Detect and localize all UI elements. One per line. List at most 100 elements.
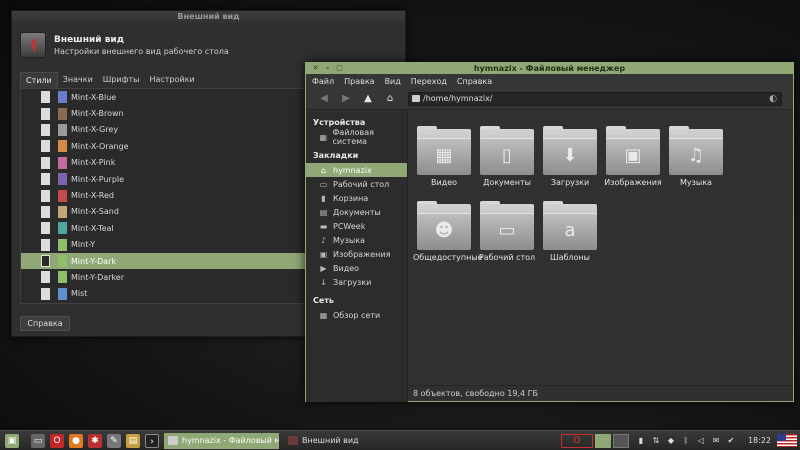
firefox-icon[interactable]: ● — [69, 433, 83, 448]
folder-item[interactable]: ▭ Рабочий стол — [476, 201, 538, 262]
theme-color-swatch — [58, 287, 67, 300]
keyboard-layout-flag-icon[interactable] — [777, 434, 797, 447]
theme-name: Mint-X-Red — [71, 191, 114, 201]
folder-icon: ▯ — [480, 126, 534, 175]
menu-file[interactable]: Файл — [312, 77, 334, 86]
place-icon: ▤ — [319, 207, 328, 217]
folder-label: Изображения — [604, 178, 662, 187]
opera-icon[interactable]: O — [50, 433, 64, 448]
bookmarks-heading: Закладки — [313, 151, 359, 160]
show-desktop-icon[interactable]: ▭ — [31, 433, 45, 448]
folder-item[interactable]: ▦ Видео — [413, 126, 475, 187]
dropbox-icon[interactable]: ◆ — [665, 436, 677, 445]
place-icon: ▶ — [320, 263, 327, 273]
opera-tray-icon[interactable]: O — [560, 433, 593, 448]
folder-item[interactable]: ☻ Общедоступные — [413, 201, 483, 262]
menu-help[interactable]: Справка — [457, 77, 492, 86]
folder-emblem-icon: ▦ — [435, 145, 453, 166]
sidebar-item[interactable]: ▦ Файловая система — [306, 128, 407, 146]
clear-icon[interactable]: ◐ — [769, 94, 777, 104]
folder-item[interactable]: ▣ Изображения — [602, 126, 664, 187]
menu-view[interactable]: Вид — [385, 77, 401, 86]
theme-color-swatch — [58, 91, 67, 104]
sidebar-item-label: Изображения — [333, 249, 391, 259]
menu-icon[interactable]: ▣ — [5, 433, 19, 448]
up-arrow-icon[interactable]: ▲ — [360, 92, 376, 106]
sidebar-item[interactable]: ▦ Обзор сети — [306, 308, 407, 322]
theme-color-swatch — [58, 271, 67, 284]
theme-color-swatch — [58, 189, 67, 202]
sidebar-item[interactable]: ▬ PCWeek — [306, 219, 407, 233]
sidebar-item[interactable]: ▤ Документы — [306, 205, 407, 219]
theme-name: Mint-X-Grey — [71, 125, 119, 135]
theme-name: Mint-X-Brown — [71, 109, 124, 119]
help-button[interactable]: Справка — [20, 316, 70, 331]
workspace-2[interactable] — [612, 433, 629, 448]
sidebar-item[interactable]: ▮ Корзина — [306, 191, 407, 205]
theme-preview-swatch — [41, 222, 50, 235]
home-icon[interactable]: ⌂ — [382, 92, 398, 106]
signal-icon[interactable]: ▮ — [635, 436, 647, 445]
place-icon: ♪ — [320, 235, 327, 245]
folder-icon: ⬇ — [543, 126, 597, 175]
theme-name: Mint-Y-Dark — [71, 256, 117, 266]
appearance-header-title: Внешний вид — [54, 34, 124, 45]
back-arrow-icon[interactable]: ◀ — [316, 92, 332, 106]
menubar: Файл Правка Вид Переход Справка — [306, 74, 793, 88]
theme-preview-swatch — [41, 205, 50, 218]
folder-icon: ▭ — [480, 201, 534, 250]
theme-name: Mint-X-Orange — [71, 141, 129, 151]
tab-fonts[interactable]: Шрифты — [98, 72, 145, 88]
network-icon[interactable]: ⇅ — [650, 436, 662, 445]
place-icon: ▭ — [319, 179, 328, 189]
bottom-panel: ▣ ▭ O ● ✱ ✎ ▤ › hymnazix - Файловый мене… — [0, 430, 800, 450]
folder-item[interactable]: ⬇ Загрузки — [539, 126, 601, 187]
archive-icon[interactable]: ▤ — [126, 433, 140, 448]
theme-preview-swatch — [41, 173, 50, 186]
text-editor-icon[interactable]: ✎ — [107, 433, 121, 448]
theme-color-swatch — [58, 222, 67, 235]
bluetooth-icon[interactable]: ᛒ — [680, 436, 692, 445]
forward-arrow-icon[interactable]: ▶ — [338, 92, 354, 106]
file-manager-titlebar[interactable]: ✕ – □ hymnazix - Файловый менеджер — [306, 63, 793, 74]
sidebar-item[interactable]: ♪ Музыка — [306, 233, 407, 247]
menu-go[interactable]: Переход — [411, 77, 447, 86]
location-bar[interactable]: /home/hymnazix/ ◐ — [408, 91, 782, 106]
appearance-titlebar[interactable]: Внешний вид — [12, 11, 405, 23]
folder-item[interactable]: ♫ Музыка — [665, 126, 727, 187]
file-manager-window: ✕ – □ hymnazix - Файловый менеджер Файл … — [305, 62, 794, 402]
tab-settings[interactable]: Настройки — [144, 72, 199, 88]
terminal-icon[interactable]: › — [145, 433, 159, 448]
sidebar-item[interactable]: ▣ Изображения — [306, 247, 407, 261]
menu-edit[interactable]: Правка — [344, 77, 374, 86]
folder-item[interactable]: a Шаблоны — [539, 201, 601, 262]
tab-icons[interactable]: Значки — [58, 72, 98, 88]
folder-item[interactable]: ▯ Документы — [476, 126, 538, 187]
theme-name: Mint-Y-Darker — [71, 272, 125, 282]
mail-icon[interactable]: ✉ — [710, 436, 722, 445]
folder-icon: a — [543, 201, 597, 250]
theme-name: Mint-X-Sand — [71, 207, 119, 217]
theme-color-swatch — [58, 238, 67, 251]
close-icon[interactable]: ✕ — [311, 64, 320, 73]
sidebar-item[interactable]: ↓ Загрузки — [306, 275, 407, 289]
workspace-1[interactable] — [594, 433, 611, 448]
maximize-icon[interactable]: □ — [335, 64, 344, 73]
sidebar-item[interactable]: ▭ Рабочий стол — [306, 177, 407, 191]
task-file-manager[interactable]: hymnazix - Файловый мене... — [164, 432, 279, 449]
task-appearance[interactable]: Внешний вид — [284, 433, 399, 449]
clock[interactable]: 18:22 — [748, 436, 771, 445]
volume-icon[interactable]: ◁ — [695, 436, 707, 445]
app-icon[interactable]: ✱ — [88, 433, 102, 448]
sidebar-item-label: Загрузки — [333, 277, 372, 287]
sidebar-item-label: Файловая система — [332, 128, 374, 146]
toolbar: ◀ ▶ ▲ ⌂ /home/hymnazix/ ◐ — [306, 88, 793, 110]
shield-icon[interactable]: ✔ — [725, 436, 737, 445]
folder-emblem-icon: ▭ — [498, 220, 516, 241]
theme-preview-swatch — [41, 287, 50, 300]
minimize-icon[interactable]: – — [323, 64, 332, 73]
sidebar-item[interactable]: ⌂ hymnazix — [306, 163, 407, 177]
sidebar-item[interactable]: ▶ Видео — [306, 261, 407, 275]
theme-preview-swatch — [41, 156, 50, 169]
tab-styles[interactable]: Стили — [20, 72, 58, 88]
